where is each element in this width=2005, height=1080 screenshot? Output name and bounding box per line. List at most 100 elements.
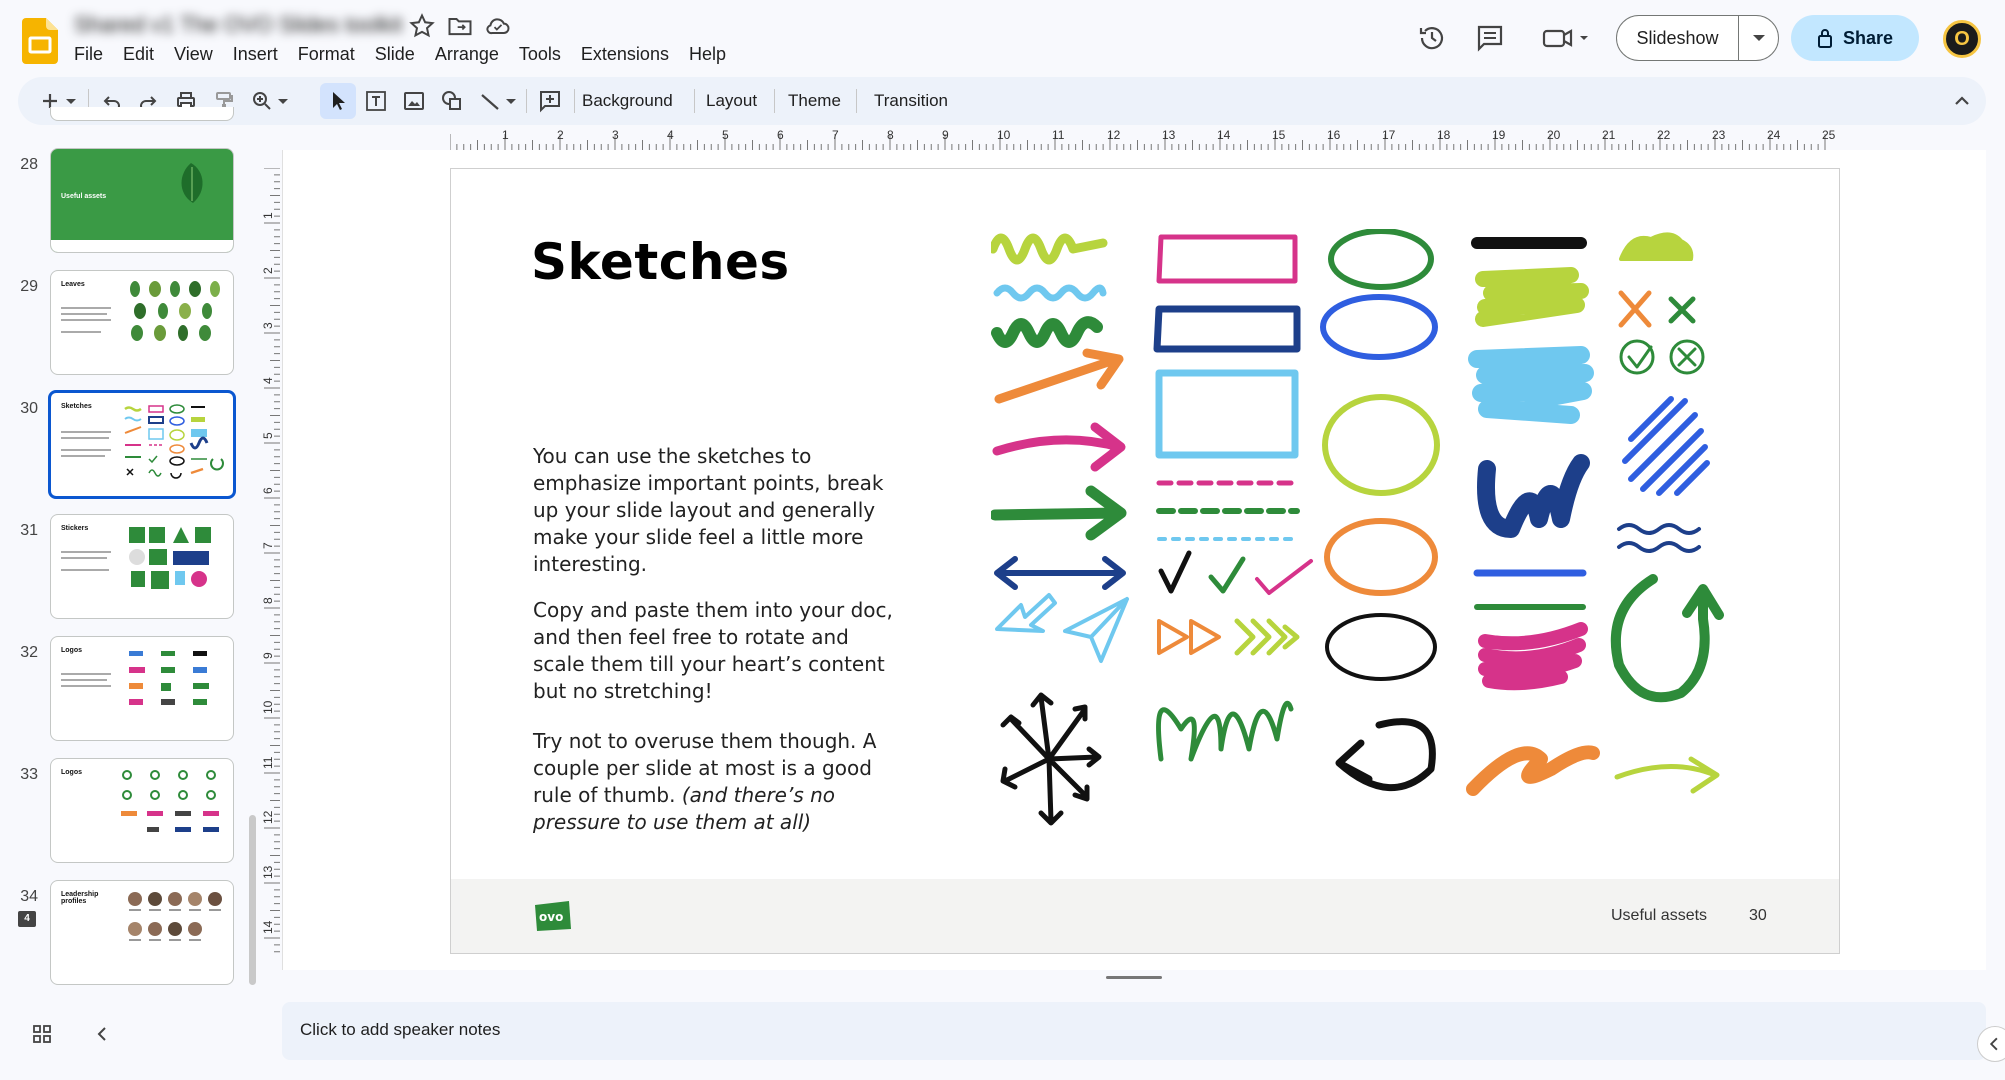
slides-logo-icon[interactable] [22, 18, 58, 64]
sketches-collection[interactable] [991, 229, 1821, 869]
slide-title[interactable]: Sketches [531, 233, 790, 291]
thumbnail-text-line [61, 569, 109, 571]
ruler-label: 5 [261, 432, 275, 439]
green-check-mark-sketch [1627, 345, 1653, 369]
slide-thumbnail-31[interactable]: Stickers [50, 514, 234, 619]
thumbnail-footer [51, 240, 233, 252]
document-title[interactable]: Shared v1 The OVO Slides toolkit [74, 12, 403, 38]
leaf-image [181, 163, 203, 203]
ruler-label: 9 [261, 652, 275, 659]
speaker-notes[interactable]: Click to add speaker notes [282, 1002, 1986, 1060]
menu-tools[interactable]: Tools [509, 42, 571, 66]
theme-button[interactable]: Theme [788, 90, 841, 112]
slide-thumbnail-29[interactable]: Leaves [50, 270, 234, 375]
lime-scribble-fill-sketch [1475, 267, 1589, 327]
share-label: Share [1842, 27, 1894, 48]
thumbnail-text-line [61, 431, 111, 433]
pink-arrow-sketch [992, 422, 1126, 472]
slideshow-button[interactable]: Slideshow [1616, 15, 1779, 61]
orange-circle-sketch [1324, 518, 1438, 596]
slide-thumbnail-33[interactable]: Logos [50, 758, 234, 863]
select-tool[interactable] [320, 83, 356, 119]
line-chevron-icon[interactable] [504, 89, 518, 113]
notes-resize-handle[interactable] [1106, 976, 1162, 979]
footer-page-number: 30 [1749, 907, 1767, 924]
star-icon[interactable] [408, 12, 436, 40]
slide-thumbnail-27-partial[interactable] [50, 107, 234, 121]
cloud-saved-icon[interactable] [484, 12, 512, 40]
menu-arrange[interactable]: Arrange [425, 42, 509, 66]
menu-view[interactable]: View [164, 42, 223, 66]
menu-edit[interactable]: Edit [113, 42, 164, 66]
lime-circle-sketch [1322, 394, 1440, 496]
slide-thumbnail-34[interactable]: Leadership profiles [50, 880, 234, 985]
vertical-ruler[interactable]: 1234567891011121314 [258, 168, 280, 958]
filmstrip-scrollbar[interactable] [249, 815, 256, 985]
menu-slide[interactable]: Slide [365, 42, 425, 66]
insert-image-icon[interactable] [402, 89, 426, 113]
menu-file[interactable]: File [64, 42, 113, 66]
thumbnail-text-line [61, 307, 111, 309]
menu-bar: File Edit View Insert Format Slide Arran… [64, 42, 736, 66]
background-button[interactable]: Background [582, 90, 673, 112]
side-panel-toggle-chevron-icon[interactable] [1977, 1026, 2005, 1062]
pink-check-sketch [1255, 559, 1313, 595]
menu-help[interactable]: Help [679, 42, 736, 66]
ruler-label: 20 [1547, 128, 1561, 142]
menu-insert[interactable]: Insert [223, 42, 288, 66]
grid-view-icon[interactable] [32, 1024, 52, 1044]
slide-thumbnail-32[interactable]: Logos [50, 636, 234, 741]
ruler-label: 13 [1162, 128, 1176, 142]
ruler-label: 4 [261, 377, 275, 384]
slideshow-label[interactable]: Slideshow [1617, 16, 1739, 60]
slide-thumbnail-28[interactable]: Useful assets [50, 148, 234, 253]
ruler-label: 13 [261, 865, 275, 879]
green-check-sketch [1208, 556, 1246, 594]
collapse-filmstrip-chevron-icon[interactable] [92, 1024, 112, 1044]
account-avatar[interactable]: O [1943, 20, 1981, 58]
transition-button[interactable]: Transition [874, 90, 948, 112]
shape-icon[interactable] [440, 89, 464, 113]
slide-paragraph-2[interactable]: Copy and paste them into your doc, and t… [533, 597, 905, 705]
menu-format[interactable]: Format [288, 42, 365, 66]
filmstrip-item-32: 32 Logos [0, 636, 250, 744]
ruler-label: 11 [1052, 128, 1065, 142]
black-loop-arrow-sketch [1335, 718, 1436, 792]
comment-count-badge[interactable]: 4 [18, 911, 36, 927]
ruler-label: 14 [1217, 128, 1231, 142]
ovo-logo-icon: ovo [535, 901, 571, 931]
slide-thumbnail-30[interactable]: Sketches [48, 390, 236, 499]
comments-icon[interactable] [1474, 22, 1506, 54]
slide-number: 33 [20, 766, 38, 783]
ruler-label: 7 [832, 128, 839, 142]
thumbnail-text-line [61, 331, 101, 333]
ruler-label: 14 [261, 920, 275, 934]
line-icon[interactable] [478, 89, 502, 113]
move-folder-icon[interactable] [446, 12, 474, 40]
filmstrip-item-31: 31 Stickers [0, 514, 250, 622]
zoom-chevron-icon[interactable] [276, 89, 290, 113]
menu-extensions[interactable]: Extensions [571, 42, 679, 66]
share-button[interactable]: Share [1791, 15, 1919, 61]
slide-paragraph-3[interactable]: Try not to overuse them though. A couple… [533, 728, 905, 836]
slide-number: 31 [20, 522, 38, 539]
ruler-label: 16 [1327, 128, 1341, 142]
version-history-icon[interactable] [1416, 22, 1448, 54]
slide-30-sketches[interactable]: Sketches You can use the sketches to emp… [450, 168, 1840, 954]
text-box-icon[interactable] [364, 89, 388, 113]
ruler-label: 3 [612, 128, 619, 142]
layout-button[interactable]: Layout [706, 90, 757, 112]
collapse-toolbar-chevron-up-icon[interactable] [1950, 89, 1974, 113]
horizontal-ruler[interactable]: 1 2 3 4 5 6 7 8 9 10 11 12 13 14 15 16 17 18 19 20 21 22 23 24 2… [450, 128, 1840, 150]
slide-number: 32 [20, 644, 38, 661]
add-comment-icon[interactable] [538, 89, 562, 113]
slideshow-options-dropdown[interactable] [1739, 16, 1778, 60]
zoom-icon[interactable] [250, 89, 274, 113]
toolbar-divider [694, 89, 695, 113]
lock-icon [1817, 29, 1832, 48]
toolbar: Background Layout Theme Transition [18, 77, 1986, 125]
meet-video-icon[interactable] [1540, 22, 1592, 54]
filmstrip: 28 Useful assets 29 Leaves 30 Sketches 3… [0, 107, 250, 995]
toolbar-divider [526, 89, 527, 113]
slide-paragraph-1[interactable]: You can use the sketches to emphasize im… [533, 443, 905, 578]
